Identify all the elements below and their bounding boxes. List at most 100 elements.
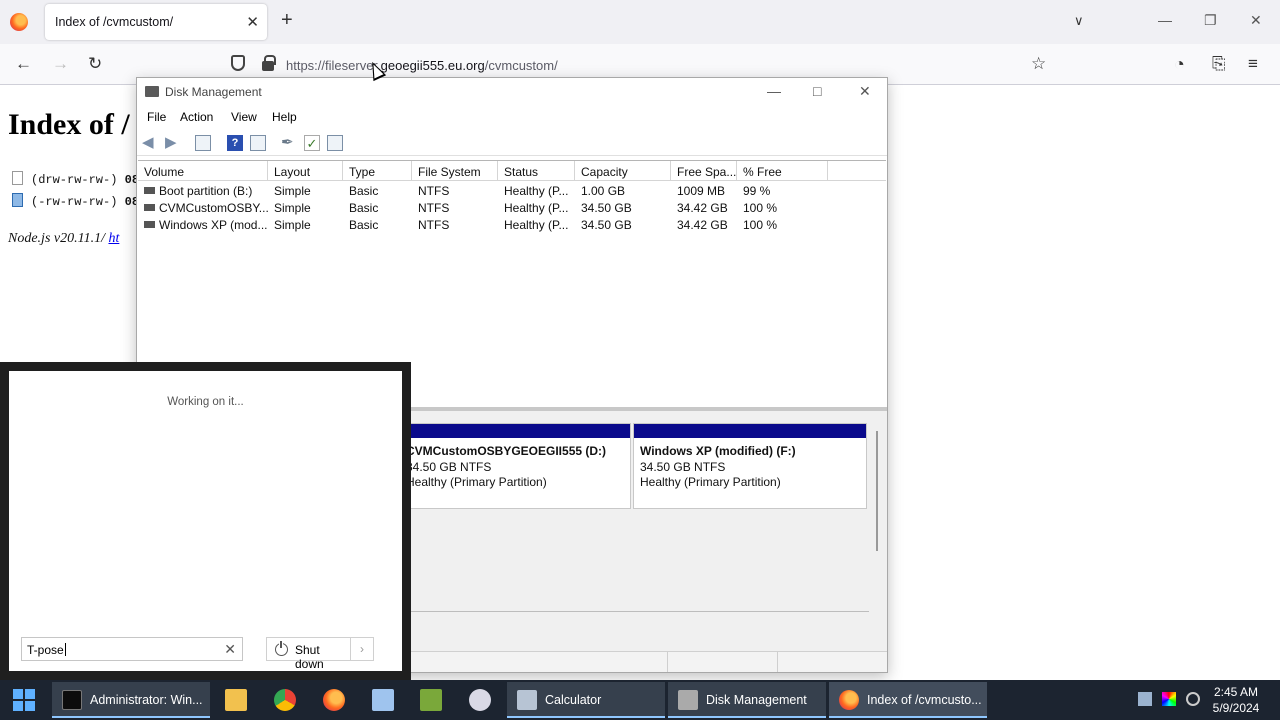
partition-bar — [400, 424, 630, 438]
window-titlebar[interactable]: Disk Management — □ ✕ — [137, 78, 887, 106]
cell-capacity: 34.50 GB — [581, 201, 632, 215]
table-row[interactable]: Windows XP (mod... Simple Basic NTFS Hea… — [138, 216, 886, 233]
spreadsheet-icon[interactable] — [420, 689, 442, 711]
menu-action[interactable]: Action — [180, 110, 213, 124]
close-window-icon[interactable]: ✕ — [1250, 12, 1262, 29]
partition-d[interactable]: CVMCustomOSBYGEOEGII555 (D:) 34.50 GB NT… — [399, 423, 631, 509]
table-row[interactable]: Boot partition (B:) Simple Basic NTFS He… — [138, 182, 886, 199]
help-icon[interactable]: ? — [227, 135, 243, 151]
settings-icon[interactable] — [327, 135, 343, 151]
toolbar: ◀ ▶ ? ✒ ✓ — [137, 130, 887, 156]
col-free-space[interactable]: Free Spa... — [671, 161, 737, 181]
file-explorer-icon[interactable] — [225, 689, 247, 711]
start-menu: Working on it... T-pose ✕ Shut down › — [0, 362, 411, 680]
check-icon[interactable]: ✓ — [304, 135, 320, 151]
network-icon[interactable] — [1138, 692, 1152, 706]
paint-icon[interactable] — [469, 689, 491, 711]
close-icon[interactable]: ✕ — [859, 83, 871, 100]
color-icon[interactable] — [1162, 692, 1176, 706]
col-layout[interactable]: Layout — [268, 161, 343, 181]
taskbar-item-cmd[interactable]: Administrator: Win... — [52, 682, 210, 718]
cell-fs: NTFS — [418, 184, 450, 198]
vertical-scrollbar[interactable] — [876, 431, 878, 551]
cell-fs: NTFS — [418, 218, 450, 232]
windows-logo-icon — [13, 701, 23, 711]
browser-tab[interactable]: Index of /cvmcustom/ ✕ — [45, 4, 267, 40]
volume-icon — [144, 204, 155, 211]
taskbar-item-calculator[interactable]: Calculator — [507, 682, 665, 718]
cell-type: Basic — [349, 184, 379, 198]
col-file-system[interactable]: File System — [412, 161, 498, 181]
cell-volume: Boot partition (B:) — [144, 184, 268, 198]
cell-volume: CVMCustomOSBY... — [144, 201, 268, 215]
bookmark-star-icon[interactable]: ☆ — [1031, 54, 1046, 74]
tab-close-icon[interactable]: ✕ — [246, 13, 259, 31]
search-value-text: T-pose — [27, 643, 64, 657]
account-icon[interactable]: ◔ — [1174, 54, 1185, 75]
footer-link[interactable]: ht — [108, 231, 119, 246]
menu-icon[interactable]: ≡ — [1248, 54, 1258, 74]
back-icon[interactable]: ← — [15, 54, 32, 74]
show-hide-console-tree-icon[interactable] — [195, 135, 211, 151]
minimize-icon[interactable]: — — [1158, 12, 1172, 28]
taskbar-label: Index of /cvmcusto... — [867, 693, 982, 707]
cell-volume: Windows XP (mod... — [144, 218, 268, 232]
connect-icon[interactable]: ✒ — [281, 135, 297, 151]
shield-icon[interactable] — [231, 55, 245, 71]
maximize-icon[interactable]: □ — [813, 83, 821, 99]
cell-fs: NTFS — [418, 201, 450, 215]
cell-layout: Simple — [274, 201, 311, 215]
clear-search-icon[interactable]: ✕ — [224, 641, 236, 658]
start-button[interactable] — [13, 689, 35, 711]
status-divider — [777, 652, 778, 672]
footer-text: Node.js v20.11.1/ — [8, 231, 109, 246]
col-status[interactable]: Status — [498, 161, 575, 181]
col-capacity[interactable]: Capacity — [575, 161, 671, 181]
menu-view[interactable]: View — [231, 110, 257, 124]
list-item[interactable]: (drw-rw-rw-) 08 — [12, 171, 139, 187]
cell-free: 34.42 GB — [677, 201, 728, 215]
clock[interactable]: 2:45 AM 5/9/2024 — [1206, 684, 1266, 716]
taskbar-item-firefox[interactable]: Index of /cvmcusto... — [829, 682, 987, 718]
taskbar-item-disk-management[interactable]: Disk Management — [668, 682, 826, 718]
menu-file[interactable]: File — [147, 110, 166, 124]
list-all-tabs-icon[interactable]: ∨ — [1074, 13, 1084, 29]
partition-status: Healthy (Primary Partition) — [406, 475, 547, 489]
notepad-icon[interactable] — [372, 689, 394, 711]
partition-f[interactable]: Windows XP (modified) (F:) 34.50 GB NTFS… — [633, 423, 867, 509]
restore-icon[interactable]: ❐ — [1204, 12, 1217, 29]
page-footer: Node.js v20.11.1/ ht — [8, 231, 119, 247]
back-icon[interactable]: ◀ — [142, 135, 158, 151]
col-volume[interactable]: Volume — [138, 161, 268, 181]
url-bar[interactable]: https://fileserver.geoegii555.eu.org/cvm… — [286, 58, 558, 73]
shutdown-options-icon[interactable]: › — [351, 637, 374, 661]
table-row[interactable]: CVMCustomOSBY... Simple Basic NTFS Healt… — [138, 199, 886, 216]
page-title: Index of / — [8, 108, 130, 141]
menu-help[interactable]: Help — [272, 110, 297, 124]
forward-icon[interactable]: → — [52, 54, 69, 74]
lock-icon[interactable] — [262, 55, 276, 71]
col-type[interactable]: Type — [343, 161, 412, 181]
firefox-icon[interactable] — [323, 689, 345, 711]
volume-icon[interactable] — [1186, 692, 1200, 706]
search-input[interactable]: T-pose ✕ — [21, 637, 243, 661]
browser-tab-bar: Index of /cvmcustom/ ✕ + ∨ — ❐ ✕ — [0, 0, 1280, 44]
chrome-icon[interactable] — [274, 689, 296, 711]
extensions-icon[interactable]: ⎘ — [1212, 54, 1226, 74]
cell-status: Healthy (P... — [504, 184, 569, 198]
forward-icon[interactable]: ▶ — [165, 135, 181, 151]
new-tab-button[interactable]: + — [281, 10, 293, 30]
list-item[interactable]: (-rw-rw-rw-) 08 — [12, 193, 139, 209]
search-value: T-pose — [27, 643, 66, 657]
partition-name: CVMCustomOSBYGEOEGII555 (D:) — [406, 444, 607, 458]
taskbar: Administrator: Win... Calculator Disk Ma… — [0, 680, 1280, 720]
shutdown-button[interactable]: Shut down — [266, 637, 351, 671]
properties-icon[interactable] — [250, 135, 266, 151]
tab-title: Index of /cvmcustom/ — [55, 15, 174, 29]
minimize-icon[interactable]: — — [767, 83, 781, 99]
perm-text: (-rw-rw-rw-) — [31, 195, 118, 209]
firefox-view-icon[interactable] — [10, 13, 28, 31]
cell-type: Basic — [349, 218, 379, 232]
reload-icon[interactable]: ↻ — [88, 54, 102, 74]
col-percent-free[interactable]: % Free — [737, 161, 828, 181]
